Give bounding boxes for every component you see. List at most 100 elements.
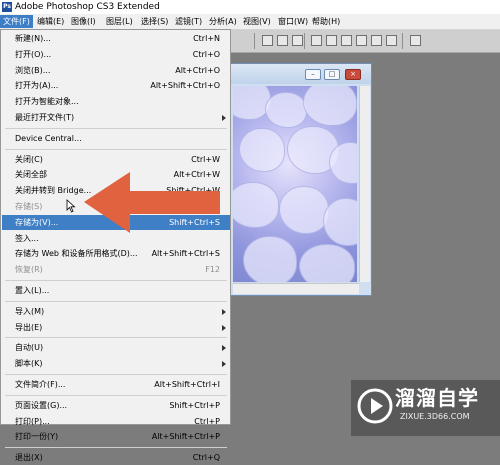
- file-menu-item[interactable]: 导入(M): [2, 304, 230, 319]
- menu-1[interactable]: 编辑(E): [34, 15, 67, 28]
- submenu-arrow-icon: [222, 308, 226, 315]
- menu-item-label: 浏览(B)...: [15, 65, 51, 75]
- file-menu-item[interactable]: 打开为(A)... Alt+Shift+Ctrl+O: [2, 78, 230, 93]
- photoshop-logo-icon: Ps: [2, 2, 12, 12]
- menu-item-label: 导入(M): [15, 306, 45, 316]
- file-menu-item[interactable]: 文件简介(F)... Alt+Shift+Ctrl+I: [2, 377, 230, 392]
- menu-item-shortcut: Alt+Shift+Ctrl+O: [150, 81, 220, 91]
- file-menu-item[interactable]: 退出(X) Ctrl+Q: [2, 450, 230, 465]
- menu-0[interactable]: 文件(F): [0, 15, 33, 28]
- menu-item-shortcut: Alt+Ctrl+O: [175, 65, 220, 75]
- close-button[interactable]: ×: [345, 69, 361, 80]
- auto-align-icon[interactable]: [410, 35, 421, 46]
- menu-item-shortcut: Ctrl+N: [193, 34, 220, 43]
- file-menu-item[interactable]: 页面设置(G)... Shift+Ctrl+P: [2, 398, 230, 413]
- toolbar-separator: [402, 33, 403, 49]
- menu-item-shortcut: Ctrl+W: [191, 154, 220, 164]
- file-menu-item[interactable]: 关闭(C) Ctrl+W: [2, 152, 230, 167]
- menu-item-shortcut: Ctrl+P: [194, 416, 220, 426]
- horizontal-scrollbar[interactable]: [233, 283, 359, 294]
- watermark-url: ZIXUE.3D66.COM: [400, 412, 470, 421]
- toolbar-separator: [304, 33, 305, 49]
- menu-item-label: 存储为(V)...: [15, 217, 59, 227]
- vertical-scrollbar[interactable]: [359, 86, 370, 282]
- align-middle-icon[interactable]: [277, 35, 288, 46]
- menu-item-label: Device Central...: [15, 133, 82, 143]
- distribute-bottom-icon[interactable]: [341, 35, 352, 46]
- title-bar: Ps Adobe Photoshop CS3 Extended: [0, 0, 500, 14]
- distribute-left-icon[interactable]: [356, 35, 367, 46]
- photo-petal: [233, 182, 279, 228]
- menu-separator: [5, 127, 227, 129]
- file-menu-item[interactable]: 自动(U): [2, 340, 230, 355]
- file-menu-item[interactable]: 最近打开文件(T): [2, 110, 230, 125]
- photo-petal: [243, 236, 297, 282]
- menu-5[interactable]: 滤镜(T): [172, 15, 205, 28]
- file-menu-item[interactable]: 脚本(K): [2, 356, 230, 371]
- distribute-top-icon[interactable]: [311, 35, 322, 46]
- menu-item-label: 存储为 Web 和设备所用格式(D)...: [15, 249, 138, 259]
- file-menu-item[interactable]: 恢复(R) F12: [2, 262, 230, 277]
- mouse-cursor-icon: [66, 199, 76, 213]
- menu-3[interactable]: 图层(L): [103, 15, 136, 28]
- document-title-bar[interactable]: – □ ×: [229, 64, 371, 84]
- submenu-arrow-icon: [222, 361, 226, 368]
- document-window[interactable]: – □ ×: [228, 63, 372, 296]
- photo-petal: [265, 92, 307, 128]
- menu-separator: [5, 374, 227, 375]
- distribute-right-icon[interactable]: [386, 35, 397, 46]
- file-menu-item[interactable]: 浏览(B)... Alt+Ctrl+O: [2, 63, 230, 78]
- file-menu-item[interactable]: 打开为智能对象...: [2, 94, 230, 109]
- minimize-button[interactable]: –: [305, 69, 321, 80]
- menu-bar: 文件(F) 编辑(E) 图像(I) 图层(L) 选择(S) 滤镜(T) 分析(A) 视图(V)…: [0, 14, 500, 30]
- file-menu-item[interactable]: 导出(E): [2, 320, 230, 335]
- menu-item-shortcut: Alt+Shift+Ctrl+P: [151, 432, 220, 442]
- photo-petal: [303, 86, 357, 126]
- file-menu-item[interactable]: 置入(L)...: [2, 283, 230, 298]
- menu-item-label: 打开为(A)...: [15, 81, 59, 91]
- menu-item-label: 打开(O)...: [15, 49, 52, 59]
- menu-item-label: 最近打开文件(T): [15, 113, 75, 122]
- file-menu-item[interactable]: Device Central...: [2, 131, 230, 146]
- menu-item-label: 页面设置(G)...: [15, 400, 68, 410]
- menu-9[interactable]: 帮助(H): [309, 15, 343, 28]
- menu-item-shortcut: F12: [205, 265, 220, 275]
- file-menu-item[interactable]: 打开(O)... Ctrl+O: [2, 47, 230, 62]
- menu-item-shortcut: Shift+Ctrl+P: [169, 400, 220, 410]
- menu-item-label: 打印一份(Y): [15, 432, 59, 442]
- file-menu-item[interactable]: 打印一份(Y) Alt+Shift+Ctrl+P: [2, 429, 230, 444]
- menu-separator: [5, 394, 227, 396]
- file-menu-item[interactable]: 存储为 Web 和设备所用格式(D)... Alt+Shift+Ctrl+S: [2, 246, 230, 261]
- distribute-middle-icon[interactable]: [326, 35, 337, 46]
- align-bottom-icon[interactable]: [292, 35, 303, 46]
- menu-item-label: 退出(X): [15, 453, 43, 463]
- menu-8[interactable]: 窗口(W): [275, 15, 311, 28]
- menu-2[interactable]: 图像(I): [68, 15, 99, 28]
- menu-7[interactable]: 视图(V): [240, 15, 274, 28]
- maximize-button[interactable]: □: [324, 69, 340, 80]
- photo-petal: [299, 244, 355, 282]
- menu-item-label: 打开为智能对象...: [15, 97, 79, 107]
- menu-item-label: 关闭(C): [15, 154, 43, 164]
- menu-separator: [5, 447, 227, 449]
- menu-item-label: 自动(U): [15, 343, 44, 353]
- file-menu-item[interactable]: 新建(N)... Ctrl+N: [2, 31, 230, 46]
- menu-item-label: 新建(N)...: [15, 34, 51, 43]
- menu-item-label: 存储(S): [15, 202, 43, 211]
- menu-item-label: 关闭全部: [15, 170, 47, 180]
- photo-petal: [323, 198, 357, 246]
- distribute-center-icon[interactable]: [371, 35, 382, 46]
- menu-separator: [5, 300, 227, 302]
- menu-item-label: 打印(P)...: [15, 416, 50, 426]
- menu-4[interactable]: 选择(S): [138, 15, 171, 28]
- align-top-icon[interactable]: [262, 35, 273, 46]
- file-menu-item[interactable]: 打印(P)... Ctrl+P: [2, 414, 230, 429]
- menu-item-shortcut: Ctrl+O: [192, 49, 220, 59]
- play-logo-icon: [357, 388, 393, 424]
- photo-petal: [329, 142, 357, 184]
- menu-separator: [5, 148, 227, 150]
- menu-6[interactable]: 分析(A): [206, 15, 240, 28]
- photo-petal: [279, 186, 329, 234]
- toolbar-separator: [254, 33, 255, 49]
- hydrangea-photo: [233, 86, 357, 282]
